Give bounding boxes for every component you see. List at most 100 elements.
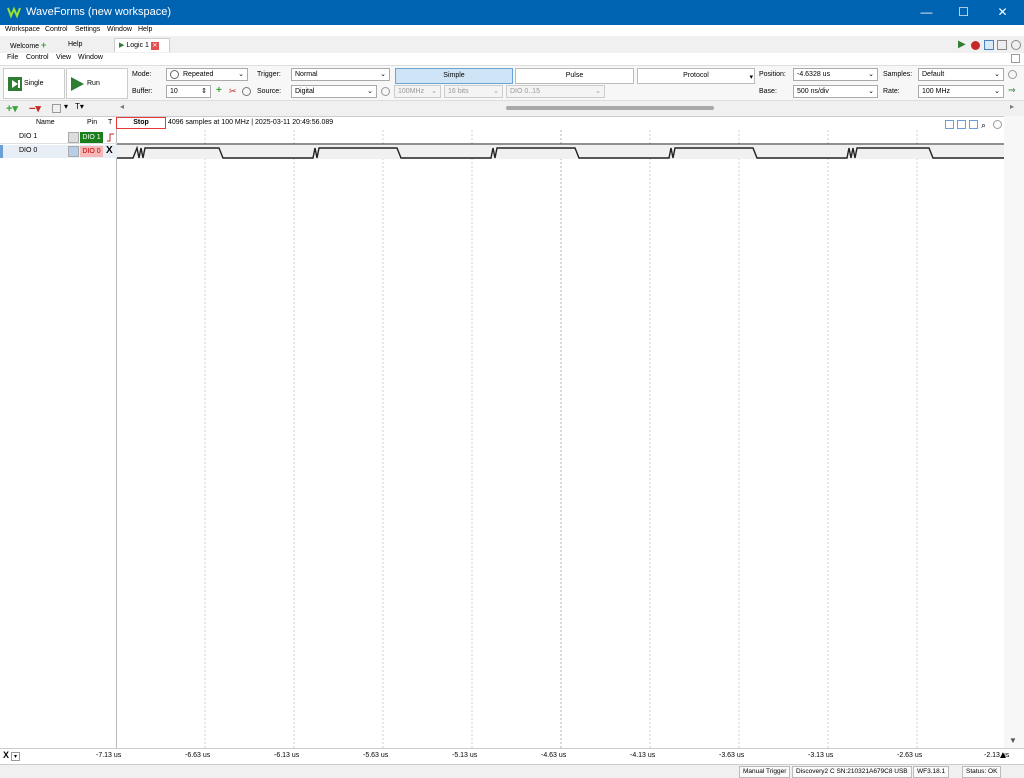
ignore-trigger-icon[interactable]: X xyxy=(106,145,113,156)
trigger-tab-pulse[interactable]: Pulse xyxy=(515,68,634,84)
channel-row-dio1[interactable]: DIO 1 DIO 1 xyxy=(0,131,117,144)
cursor-icon[interactable] xyxy=(945,120,954,129)
channel-color-swatch[interactable] xyxy=(68,146,79,157)
run-all-icon[interactable]: ▶ xyxy=(958,39,966,50)
align-icon[interactable] xyxy=(969,120,978,129)
chevron-down-icon: ⌄ xyxy=(994,71,1000,78)
status-bar: Manual Trigger Discovery2 C SN:210321A67… xyxy=(0,764,1024,778)
scroll-right-icon[interactable]: ▸ xyxy=(1010,102,1014,111)
window-layout-icon[interactable] xyxy=(984,40,994,50)
chevron-down-icon: ⌄ xyxy=(595,88,601,95)
view-settings-icon[interactable] xyxy=(993,120,1002,129)
vertical-scrollbar[interactable]: ▼ xyxy=(1004,116,1024,748)
pin-badge[interactable]: DIO 0 xyxy=(80,146,103,157)
channel-name: DIO 1 xyxy=(19,133,38,140)
stop-button[interactable]: Stop xyxy=(116,117,166,129)
axis-dropdown-icon[interactable]: ▾ xyxy=(11,752,20,761)
samples-select[interactable]: Default ⌄ xyxy=(918,68,1004,81)
rate-label: Rate: xyxy=(883,88,900,95)
logic-panel: Name Pin T DIO 1 DIO 1 DIO 0 DIO 0 X Sto… xyxy=(0,116,1024,749)
time-settings-icon[interactable] xyxy=(1008,70,1017,79)
record-icon[interactable] xyxy=(971,41,980,50)
run-button[interactable]: Run xyxy=(66,68,128,99)
source-label: Source: xyxy=(257,88,282,95)
dropdown-arrow-icon[interactable]: ▾ xyxy=(64,102,68,111)
minimize-button[interactable]: — xyxy=(909,0,944,25)
panel-icon[interactable] xyxy=(1011,54,1020,63)
tab-help[interactable]: Help xyxy=(64,38,86,52)
tab-logic-label: Logic 1 xyxy=(126,42,149,49)
add-channel-icon[interactable]: +▾ xyxy=(6,102,18,115)
dio-range-value: DIO 0..15 xyxy=(510,88,540,95)
pin-badge[interactable]: DIO 1 xyxy=(80,132,103,143)
pin-column-header: Pin xyxy=(87,119,98,126)
mode-select[interactable]: Repeated ⌄ xyxy=(166,68,248,81)
horizontal-scrollbar-thumb[interactable] xyxy=(506,106,714,110)
maximize-button[interactable]: ☐ xyxy=(946,0,981,25)
trigger-select[interactable]: Normal ⌄ xyxy=(291,68,390,81)
source-settings-icon[interactable] xyxy=(381,87,390,96)
close-tab-icon[interactable]: ✕ xyxy=(150,42,159,50)
add-buffer-icon[interactable]: + xyxy=(216,85,222,96)
tab-logic[interactable]: ▶ Logic 1 ✕ xyxy=(114,38,170,52)
axis-tick-label: -3.63 us xyxy=(719,752,745,759)
axis-close-icon[interactable]: X xyxy=(3,750,9,760)
buffer-settings-icon[interactable] xyxy=(242,87,251,96)
buffer-value: 10 xyxy=(170,88,178,95)
settings-gear-icon[interactable] xyxy=(1011,40,1021,50)
menu-view[interactable]: View xyxy=(56,54,71,61)
manual-trigger-button[interactable]: Manual Trigger xyxy=(739,766,791,778)
dock-icon[interactable] xyxy=(997,40,1007,50)
base-select[interactable]: 500 ns/div ⌄ xyxy=(793,85,878,98)
arrow-right-icon[interactable]: ⇒ xyxy=(1008,85,1016,96)
samples-value: Default xyxy=(922,71,945,78)
rising-edge-trigger-icon[interactable] xyxy=(106,133,115,142)
single-button[interactable]: Single xyxy=(3,68,65,99)
add-icon[interactable]: + xyxy=(41,40,46,50)
dropdown-arrow-icon: ▾ xyxy=(749,74,753,81)
menu-control[interactable]: Control xyxy=(45,26,68,33)
remove-buffer-icon[interactable]: ✂ xyxy=(229,86,237,97)
rate-select[interactable]: 100 MHz ⌄ xyxy=(918,85,1004,98)
channel-color-swatch[interactable] xyxy=(68,132,79,143)
axis-tick-label: -6.13 us xyxy=(274,752,300,759)
version-info: WF3.18.1 xyxy=(913,766,950,778)
run-icon xyxy=(71,77,84,91)
main-menubar: Workspace Control Settings Window Help xyxy=(0,25,1024,36)
waveform-plot[interactable] xyxy=(117,130,1004,749)
menu-help[interactable]: Help xyxy=(138,26,152,33)
scroll-down-icon[interactable]: ▼ xyxy=(1009,736,1017,745)
trigger-tab-protocol[interactable]: Protocol ▾ xyxy=(637,68,755,84)
menu-workspace[interactable]: Workspace xyxy=(5,26,40,33)
frequency-value: 100MHz xyxy=(398,88,425,95)
single-label: Single xyxy=(24,80,44,87)
status-badge[interactable]: Status: OK xyxy=(962,766,1002,778)
trigger-tab-simple[interactable]: Simple xyxy=(395,68,513,84)
position-input[interactable]: -4.6328 us ⌄ xyxy=(793,68,878,81)
channel-row-dio0[interactable]: DIO 0 DIO 0 X xyxy=(0,145,117,158)
channel-name: DIO 0 xyxy=(19,147,38,154)
position-value: -4.6328 us xyxy=(797,71,831,78)
menu-window[interactable]: Window xyxy=(107,26,132,33)
tab-welcome[interactable]: Welcome + xyxy=(6,38,50,52)
text-format-icon[interactable]: T▾ xyxy=(75,102,84,111)
device-info[interactable]: Discovery2 C SN:210321A679C8 USB xyxy=(792,766,912,778)
acquisition-info: 4096 samples at 100 MHz | 2025-03-11 20:… xyxy=(168,119,334,126)
repeat-icon xyxy=(170,70,179,79)
close-button[interactable]: ✕ xyxy=(985,0,1020,25)
menu-file[interactable]: File xyxy=(7,54,18,61)
position-label: Position: xyxy=(759,71,786,78)
dio0-lane xyxy=(117,145,1004,159)
axis-tick-label: -4.63 us xyxy=(541,752,567,759)
menu-window2[interactable]: Window xyxy=(78,54,103,61)
trigger-position-marker-icon[interactable]: ▲ xyxy=(998,750,1008,761)
buffer-stepper[interactable]: 10 ⇕ xyxy=(166,85,211,98)
remove-channel-icon[interactable]: −▾ xyxy=(29,102,41,115)
measure-icon[interactable] xyxy=(957,120,966,129)
source-select[interactable]: Digital ⌄ xyxy=(291,85,377,98)
menu-settings[interactable]: Settings xyxy=(75,26,100,33)
chevron-down-icon: ⌄ xyxy=(994,88,1000,95)
channel-edit-icon[interactable] xyxy=(52,104,61,113)
scroll-left-icon[interactable]: ◂ xyxy=(120,102,124,111)
menu-control2[interactable]: Control xyxy=(26,54,49,61)
